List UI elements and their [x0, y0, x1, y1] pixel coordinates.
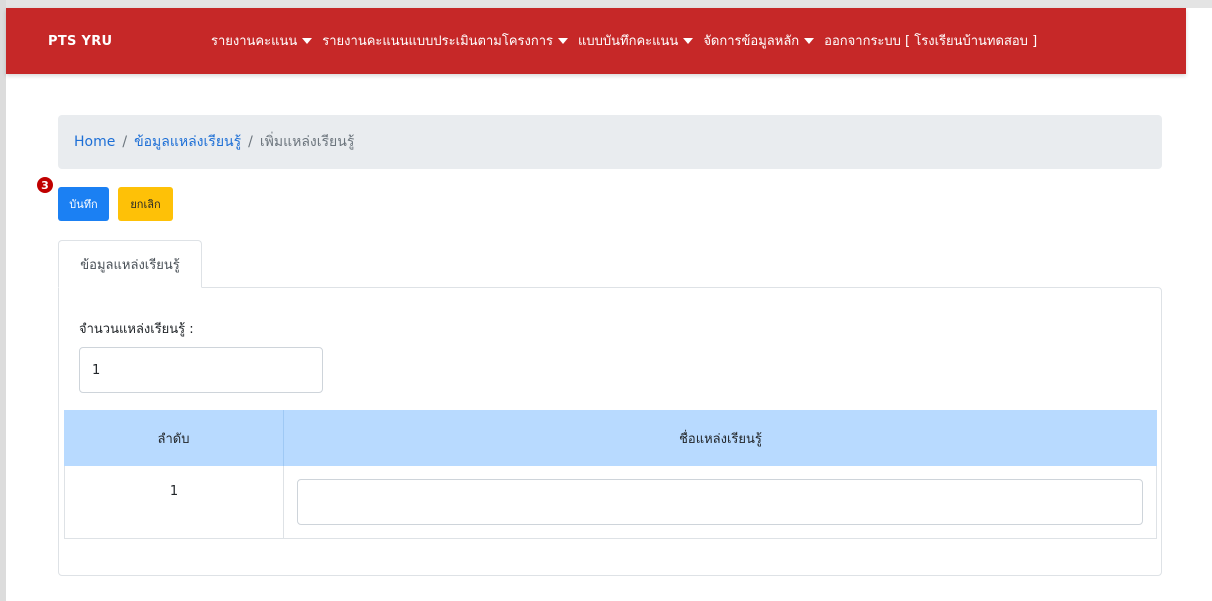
nav-menu: รายงานคะแนน รายงานคะแนนแบบประเมินตามโครง…: [211, 30, 1047, 51]
nav-item-score-record[interactable]: แบบบันทึกคะแนน: [578, 30, 694, 51]
nav-item-label: รายงานคะแนน: [211, 34, 298, 49]
learning-resource-table: ลำดับ ชื่อแหล่งเรียนรู้ 1: [64, 410, 1157, 539]
table-row: 1: [64, 466, 1157, 539]
window-frame-left: [0, 0, 6, 601]
tab-learning-resource-info[interactable]: ข้อมูลแหล่งเรียนรู้: [58, 240, 202, 288]
resource-name-input[interactable]: [297, 479, 1143, 525]
column-header-index: ลำดับ: [64, 410, 284, 466]
row-index: 1: [65, 466, 284, 538]
column-header-resource-name: ชื่อแหล่งเรียนรู้: [679, 431, 762, 447]
save-button[interactable]: บันทึก: [58, 187, 109, 221]
resource-count-label: จำนวนแหล่งเรียนรู้ :: [79, 322, 194, 337]
brand-logo[interactable]: PTS YRU: [48, 34, 112, 49]
window-frame-top: [0, 0, 1212, 8]
nav-item-label: แบบบันทึกคะแนน: [578, 34, 679, 49]
nav-item-project-evaluation-report[interactable]: รายงานคะแนนแบบประเมินตามโครงการ: [322, 30, 569, 51]
cancel-button[interactable]: ยกเลิก: [118, 187, 173, 221]
breadcrumb-separator: /: [122, 134, 128, 150]
breadcrumb-home-link[interactable]: Home: [74, 134, 115, 150]
nav-item-label: ออกจากระบบ [ โรงเรียนบ้านทดสอบ ]: [824, 34, 1038, 49]
breadcrumb-separator: /: [248, 134, 253, 150]
table-header-row: ลำดับ ชื่อแหล่งเรียนรู้: [64, 410, 1157, 466]
caret-down-icon: [558, 37, 569, 44]
nav-item-logout[interactable]: ออกจากระบบ [ โรงเรียนบ้านทดสอบ ]: [824, 30, 1037, 51]
nav-item-label: จัดการข้อมูลหลัก: [703, 34, 800, 49]
resource-count-input[interactable]: [79, 347, 323, 393]
breadcrumb-current: เพิ่มแหล่งเรียนรู้: [259, 134, 355, 150]
breadcrumb-section-link[interactable]: ข้อมูลแหล่งเรียนรู้: [134, 131, 241, 153]
step-number-badge: 3: [37, 177, 53, 193]
nav-item-label: รายงานคะแนนแบบประเมินตามโครงการ: [322, 34, 554, 49]
top-navbar: PTS YRU รายงานคะแนน รายงานคะแนนแบบประเมิ…: [6, 8, 1186, 74]
row-name-cell: [284, 466, 1156, 538]
caret-down-icon: [804, 37, 815, 44]
nav-item-score-report[interactable]: รายงานคะแนน: [211, 30, 313, 51]
caret-down-icon: [302, 37, 313, 44]
nav-item-master-data[interactable]: จัดการข้อมูลหลัก: [703, 30, 815, 51]
caret-down-icon: [683, 37, 694, 44]
breadcrumb: Home / ข้อมูลแหล่งเรียนรู้ / เพิ่มแหล่งเ…: [58, 115, 1162, 169]
